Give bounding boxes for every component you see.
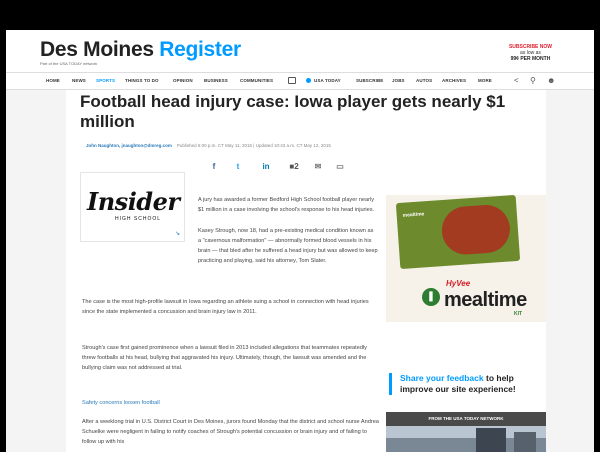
article-paragraph-4: Strough's case first gained prominence w… <box>82 345 367 371</box>
photo-building <box>476 428 506 452</box>
linkedin-icon: in <box>262 162 270 171</box>
author-link[interactable]: John Naughton, jnaughton@dmreg.com <box>86 143 172 148</box>
nav-usa-today[interactable]: USA TODAY <box>314 78 341 83</box>
comment-count: 2 <box>294 162 299 171</box>
usa-today-network-banner: FROM THE USA TODAY NETWORK <box>386 412 546 426</box>
feedback-link[interactable]: Share your feedback <box>400 373 484 383</box>
ad-meal-kit-box: mealtime <box>395 195 521 270</box>
article-paragraph-5: After a weeklong trial in U.S. District … <box>82 419 379 445</box>
nav-sports[interactable]: SPORTS <box>96 78 115 83</box>
nav-more[interactable]: MORE <box>478 78 492 83</box>
nav-home[interactable]: HOME <box>46 78 60 83</box>
site-logo[interactable]: Des Moines Register <box>40 38 241 62</box>
more-share-button[interactable]: ▭ <box>330 162 350 172</box>
twitter-icon: t <box>236 162 240 171</box>
logo-register: Register <box>159 38 241 61</box>
feedback-prompt: Share your feedback to help improve our … <box>389 373 539 395</box>
article-paragraph-2-text: Kasey Strough, now 18, had a pre-existin… <box>198 228 378 264</box>
article-paragraph-3: The case is the most high-profile lawsui… <box>82 299 369 315</box>
linkedin-share-button[interactable]: in <box>256 162 276 172</box>
facebook-share-button[interactable]: f <box>204 162 224 172</box>
comments-button[interactable]: ■2 <box>284 162 304 172</box>
user-icon[interactable]: ☻ <box>547 77 555 85</box>
article-headline: Football head injury case: Iowa player g… <box>80 92 506 131</box>
search-icon[interactable]: ⚲ <box>530 77 536 85</box>
web-page: Des Moines Register Part of the USA TODA… <box>6 30 594 452</box>
email-icon: ✉ <box>314 162 322 171</box>
insider-high-school-logo[interactable]: Insider HIGH SCHOOL ↘ <box>80 172 185 242</box>
ad-hyvee-logo: HyVee <box>446 279 471 288</box>
logo-des-moines: Des Moines <box>40 38 154 61</box>
network-story-image[interactable] <box>386 426 546 452</box>
hyvee-advertisement[interactable]: mealtime HyVee ❚ mealtime KIT <box>386 195 546 322</box>
ad-fork-icon: ❚ <box>422 288 440 306</box>
twitter-share-button[interactable]: t <box>228 162 248 172</box>
camera-icon[interactable] <box>288 77 296 84</box>
insider-subtitle: HIGH SCHOOL <box>115 216 162 222</box>
nav-things-to-do[interactable]: THINGS TO DO <box>125 78 159 83</box>
ad-food-image <box>440 203 512 257</box>
ad-box-label: mealtime <box>402 211 425 219</box>
subscribe-promo[interactable]: SUBSCRIBE NOW as low as 99¢ PER MONTH <box>509 44 552 62</box>
related-story-link[interactable]: Safety concerns loosen football <box>82 400 160 406</box>
logo-tagline: Part of the USA TODAY network <box>40 61 98 66</box>
email-share-button[interactable]: ✉ <box>308 162 328 172</box>
photo-building-2 <box>514 432 536 452</box>
nav-opinion[interactable]: OPINION <box>173 78 193 83</box>
usa-today-dot-icon <box>306 78 311 83</box>
article: Football head injury case: Iowa player g… <box>66 90 546 452</box>
nav-news[interactable]: NEWS <box>72 78 86 83</box>
facebook-icon: f <box>212 162 216 171</box>
publish-date: Published 6:00 p.m. CT May 11, 2015 | Up… <box>176 143 331 148</box>
screen-frame: Des Moines Register Part of the USA TODA… <box>0 0 600 452</box>
more-share-icon: ▭ <box>336 162 344 171</box>
ad-kit-text: KIT <box>514 311 523 317</box>
nav-subscribe[interactable]: SUBSCRIBE <box>356 78 383 83</box>
nav-jobs[interactable]: JOBS <box>392 78 405 83</box>
nav-autos[interactable]: AUTOS <box>416 78 432 83</box>
article-paragraph-1: A jury has awarded a former Bedford High… <box>198 197 375 213</box>
comment-icon: ■2 <box>289 162 299 171</box>
share-icon[interactable]: < <box>514 77 519 85</box>
main-nav: HOME NEWS SPORTS THINGS TO DO OPINION BU… <box>6 72 594 90</box>
ad-mealtime-text: mealtime <box>444 289 527 311</box>
expand-icon: ↘ <box>174 231 180 237</box>
nav-business[interactable]: BUSINESS <box>204 78 228 83</box>
insider-wordmark: Insider <box>87 187 180 216</box>
nav-communities[interactable]: COMMUNITIES <box>240 78 273 83</box>
subscribe-price: 99¢ PER MONTH <box>510 56 551 62</box>
masthead: Des Moines Register Part of the USA TODA… <box>6 30 594 72</box>
nav-archives[interactable]: ARCHIVES <box>442 78 466 83</box>
article-paragraph-2: Kasey Strough, now 18, had a pre-existin… <box>198 226 378 266</box>
article-byline: John Naughton, jnaughton@dmreg.com Publi… <box>86 143 331 148</box>
